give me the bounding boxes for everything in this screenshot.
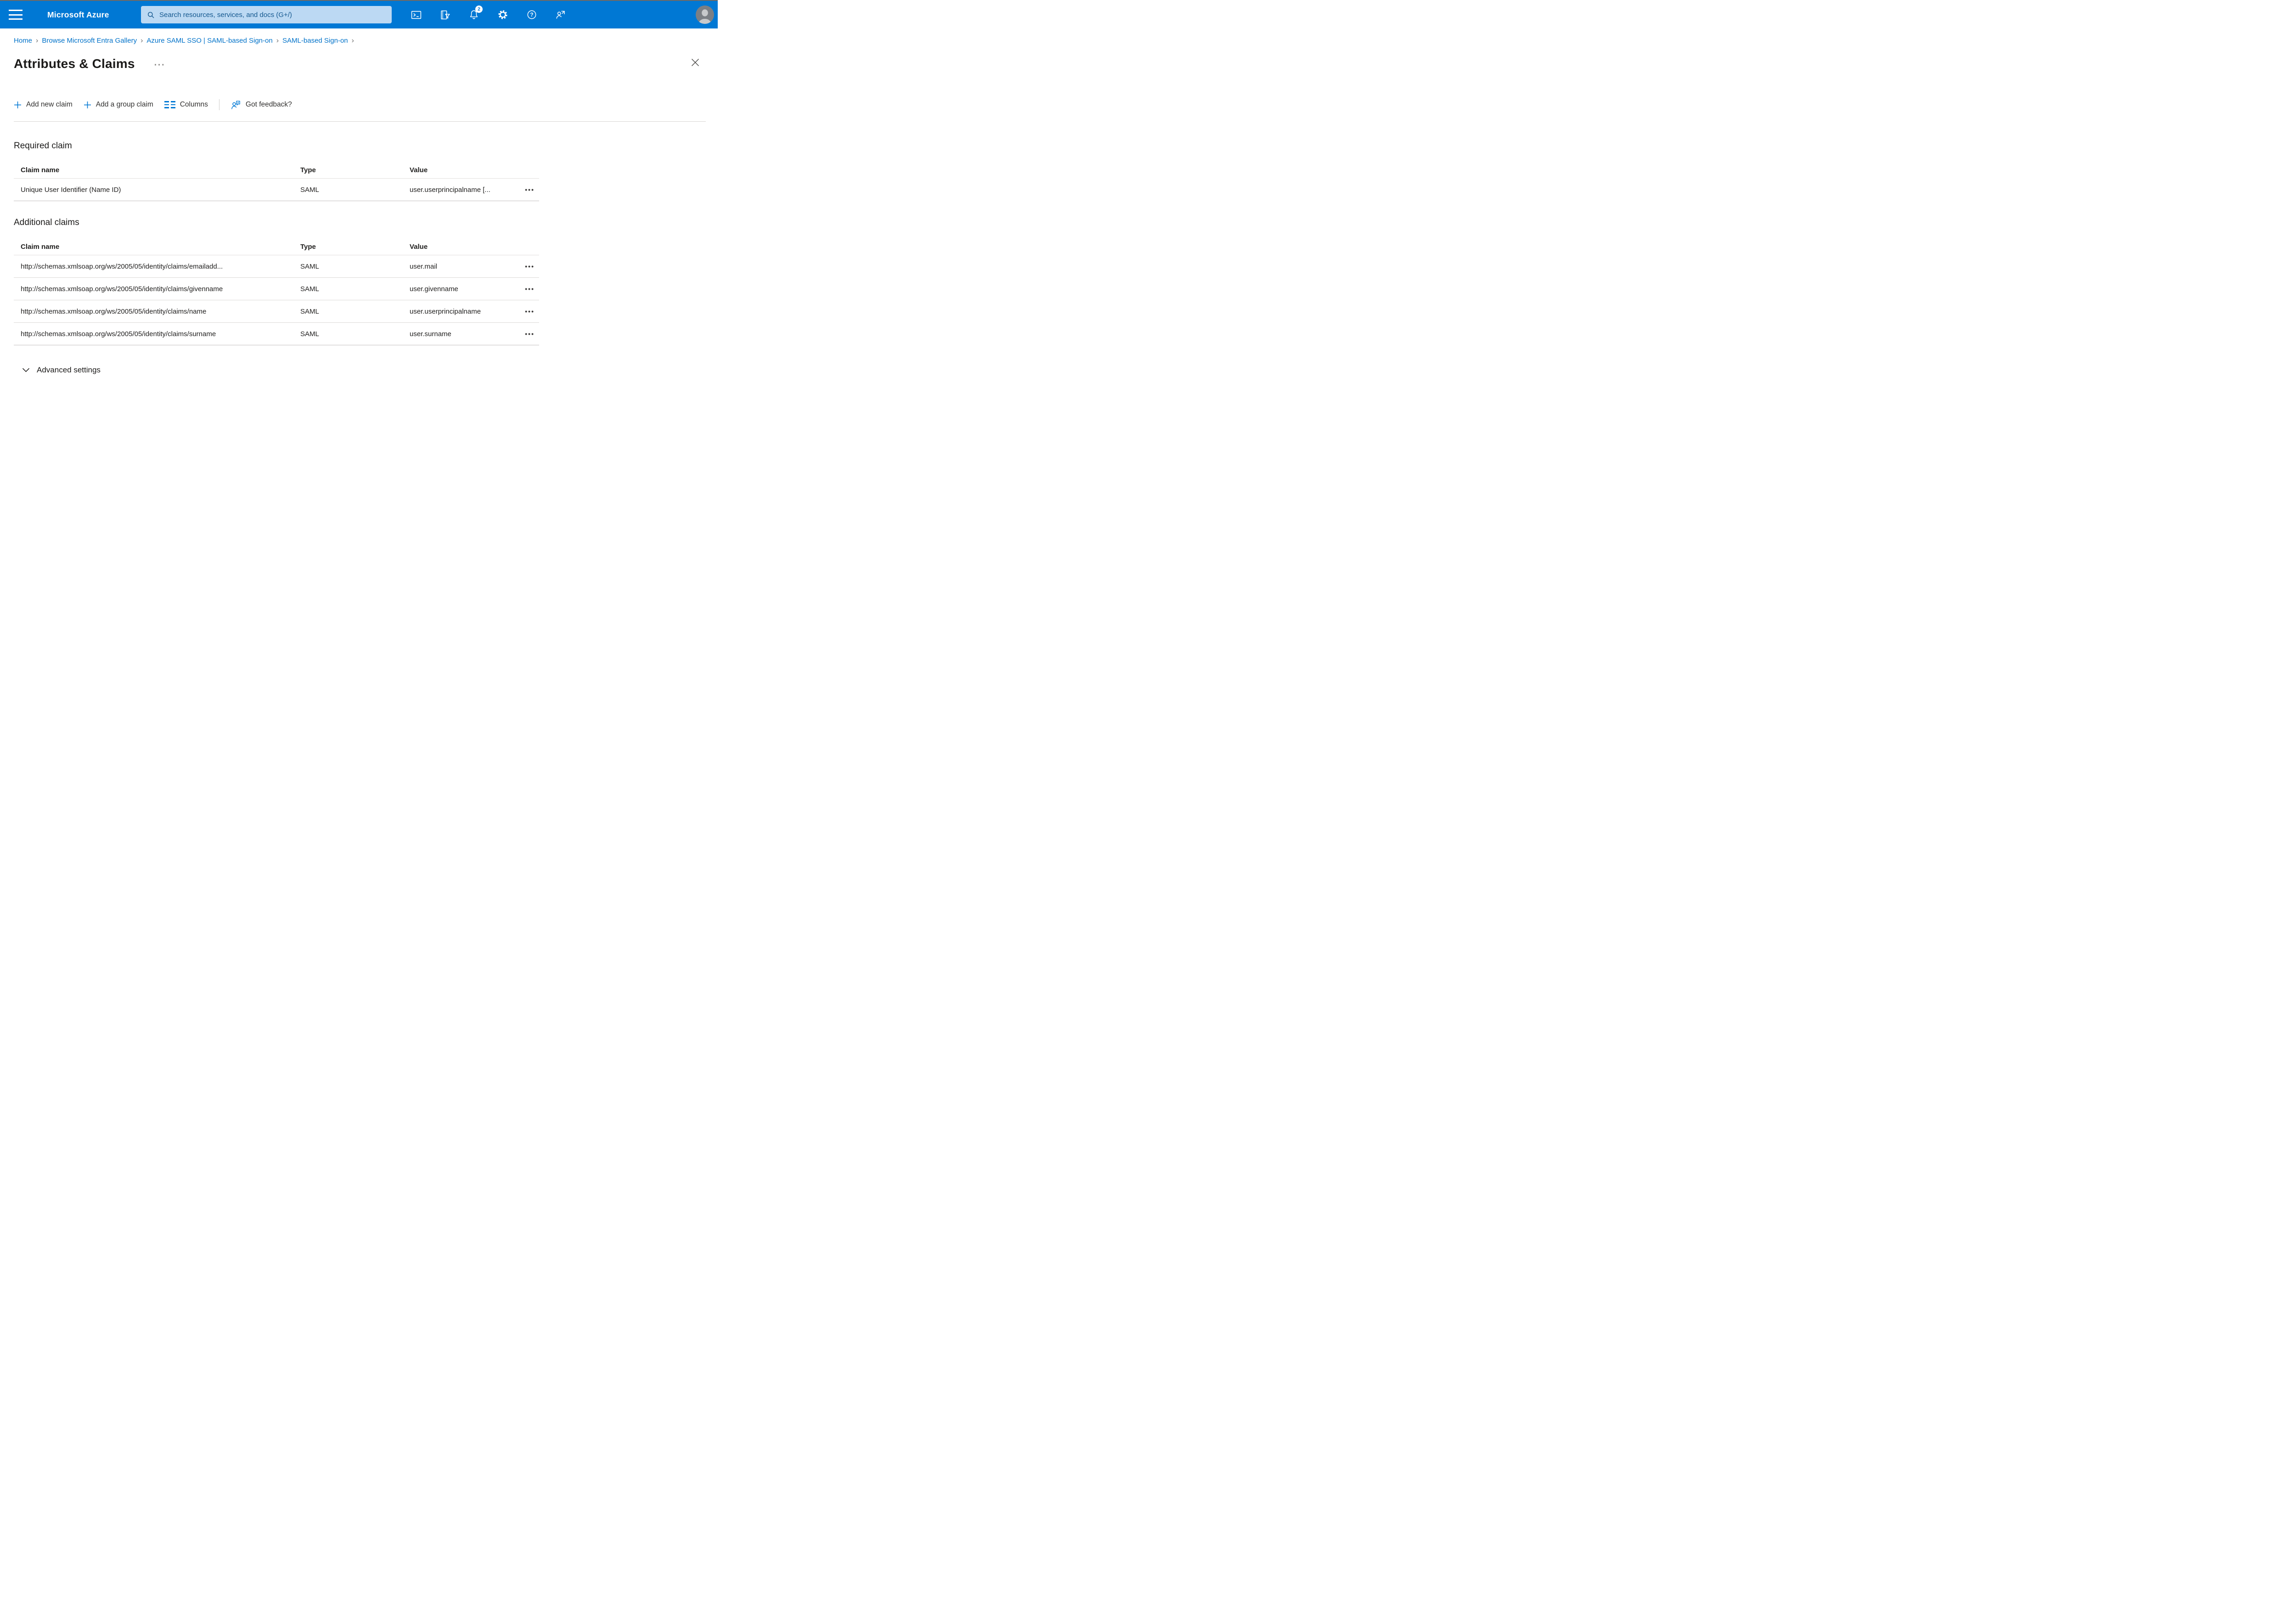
breadcrumb-separator: › <box>351 37 354 45</box>
add-group-claim-button[interactable]: Add a group claim <box>84 101 153 109</box>
azure-top-bar: Microsoft Azure Search resources, servic… <box>0 1 718 28</box>
column-header-claim-name: Claim name <box>21 166 60 174</box>
global-search-box[interactable] <box>141 6 392 23</box>
table-row[interactable]: http://schemas.xmlsoap.org/ws/2005/05/id… <box>14 323 539 345</box>
page-title-row: Attributes & Claims ··· <box>0 55 718 73</box>
row-menu-button[interactable]: ••• <box>525 263 539 270</box>
breadcrumb: Home › Browse Microsoft Entra Gallery › Azur… <box>14 37 718 45</box>
add-new-claim-label: Add new claim <box>26 101 73 108</box>
row-menu-button[interactable]: ••• <box>525 308 539 315</box>
gear-icon <box>498 10 507 19</box>
claim-name-cell: Unique User Identifier (Name ID) <box>21 186 121 194</box>
notifications-button[interactable]: 2 <box>468 6 483 21</box>
svg-text:?: ? <box>530 12 533 18</box>
required-claim-table: Claim name Type Value Unique User Identi… <box>14 162 539 201</box>
help-icon: ? <box>527 10 536 19</box>
columns-label: Columns <box>180 101 208 108</box>
claim-name-cell: http://schemas.xmlsoap.org/ws/2005/05/id… <box>21 307 207 315</box>
help-button[interactable]: ? <box>526 9 538 21</box>
breadcrumb-home[interactable]: Home <box>14 37 32 45</box>
directory-filter-button[interactable] <box>439 9 451 21</box>
breadcrumb-separator: › <box>36 37 39 45</box>
claim-value-cell: user.surname <box>410 330 451 338</box>
column-header-value: Value <box>410 243 428 251</box>
claim-value-cell: user.userprincipalname [... <box>410 186 490 194</box>
claim-name-cell: http://schemas.xmlsoap.org/ws/2005/05/id… <box>21 330 216 338</box>
row-menu-button[interactable]: ••• <box>525 285 539 293</box>
claim-name-cell: http://schemas.xmlsoap.org/ws/2005/05/id… <box>21 262 223 270</box>
row-menu-button[interactable]: ••• <box>525 330 539 338</box>
add-group-claim-label: Add a group claim <box>96 101 153 108</box>
row-menu-button[interactable]: ••• <box>525 186 539 193</box>
claim-type-cell: SAML <box>300 186 319 194</box>
plus-icon <box>14 101 21 108</box>
column-header-value: Value <box>410 166 428 174</box>
cloud-shell-button[interactable] <box>410 9 422 21</box>
feedback-button[interactable] <box>555 9 567 21</box>
settings-button[interactable] <box>497 9 509 21</box>
table-row[interactable]: Unique User Identifier (Name ID) SAML us… <box>14 179 539 201</box>
columns-icon <box>164 101 175 108</box>
table-header-row: Claim name Type Value <box>14 239 539 255</box>
breadcrumb-entra-gallery[interactable]: Browse Microsoft Entra Gallery <box>42 37 137 45</box>
claim-type-cell: SAML <box>300 307 319 315</box>
column-header-type: Type <box>300 166 316 174</box>
table-row[interactable]: http://schemas.xmlsoap.org/ws/2005/05/id… <box>14 255 539 278</box>
account-avatar[interactable] <box>696 6 714 24</box>
table-header-row: Claim name Type Value <box>14 162 539 179</box>
toolbar-rule <box>14 121 706 122</box>
advanced-settings-toggle[interactable]: Advanced settings <box>22 366 101 375</box>
required-claim-heading: Required claim <box>14 141 72 151</box>
azure-brand[interactable]: Microsoft Azure <box>47 1 109 28</box>
table-row[interactable]: http://schemas.xmlsoap.org/ws/2005/05/id… <box>14 300 539 323</box>
search-input[interactable] <box>159 11 386 19</box>
claim-type-cell: SAML <box>300 330 319 338</box>
chevron-down-icon <box>22 368 30 372</box>
person-feedback-icon <box>556 11 565 19</box>
title-more-menu-button[interactable]: ··· <box>154 60 165 70</box>
close-blade-button[interactable] <box>689 57 701 69</box>
got-feedback-button[interactable]: Got feedback? <box>231 100 292 110</box>
avatar-icon <box>696 6 714 24</box>
directory-filter-icon <box>440 10 450 19</box>
plus-icon <box>84 101 91 108</box>
page-title: Attributes & Claims <box>14 56 135 71</box>
add-new-claim-button[interactable]: Add new claim <box>14 101 73 109</box>
advanced-settings-label: Advanced settings <box>37 366 101 374</box>
close-icon <box>692 58 699 66</box>
azure-portal-page: Microsoft Azure Search resources, servic… <box>0 0 718 402</box>
breadcrumb-separator: › <box>276 37 279 45</box>
claim-type-cell: SAML <box>300 262 319 270</box>
breadcrumb-separator: › <box>141 37 143 45</box>
additional-claims-table: Claim name Type Value http://schemas.xml… <box>14 239 539 345</box>
breadcrumb-saml-sso[interactable]: Azure SAML SSO | SAML-based Sign-on <box>146 37 272 45</box>
got-feedback-label: Got feedback? <box>245 101 292 108</box>
breadcrumb-saml-signon[interactable]: SAML-based Sign-on <box>282 37 348 45</box>
claim-value-cell: user.mail <box>410 262 438 270</box>
hamburger-icon <box>9 10 23 11</box>
column-header-type: Type <box>300 243 316 251</box>
columns-button[interactable]: Columns <box>164 101 208 109</box>
additional-claims-heading: Additional claims <box>14 218 79 227</box>
claim-type-cell: SAML <box>300 285 319 293</box>
claim-value-cell: user.givenname <box>410 285 458 293</box>
hamburger-menu-button[interactable] <box>9 10 23 20</box>
claim-value-cell: user.userprincipalname <box>410 307 481 315</box>
notification-badge: 2 <box>475 6 483 13</box>
topbar-icon-group: 2 ? <box>410 1 567 28</box>
command-bar: Add new claim Add a group claim Columns … <box>14 99 718 111</box>
table-row[interactable]: http://schemas.xmlsoap.org/ws/2005/05/id… <box>14 278 539 300</box>
feedback-icon <box>231 101 240 109</box>
column-header-claim-name: Claim name <box>21 243 60 251</box>
cloud-shell-icon <box>411 11 421 19</box>
search-icon <box>148 11 154 18</box>
claim-name-cell: http://schemas.xmlsoap.org/ws/2005/05/id… <box>21 285 223 293</box>
